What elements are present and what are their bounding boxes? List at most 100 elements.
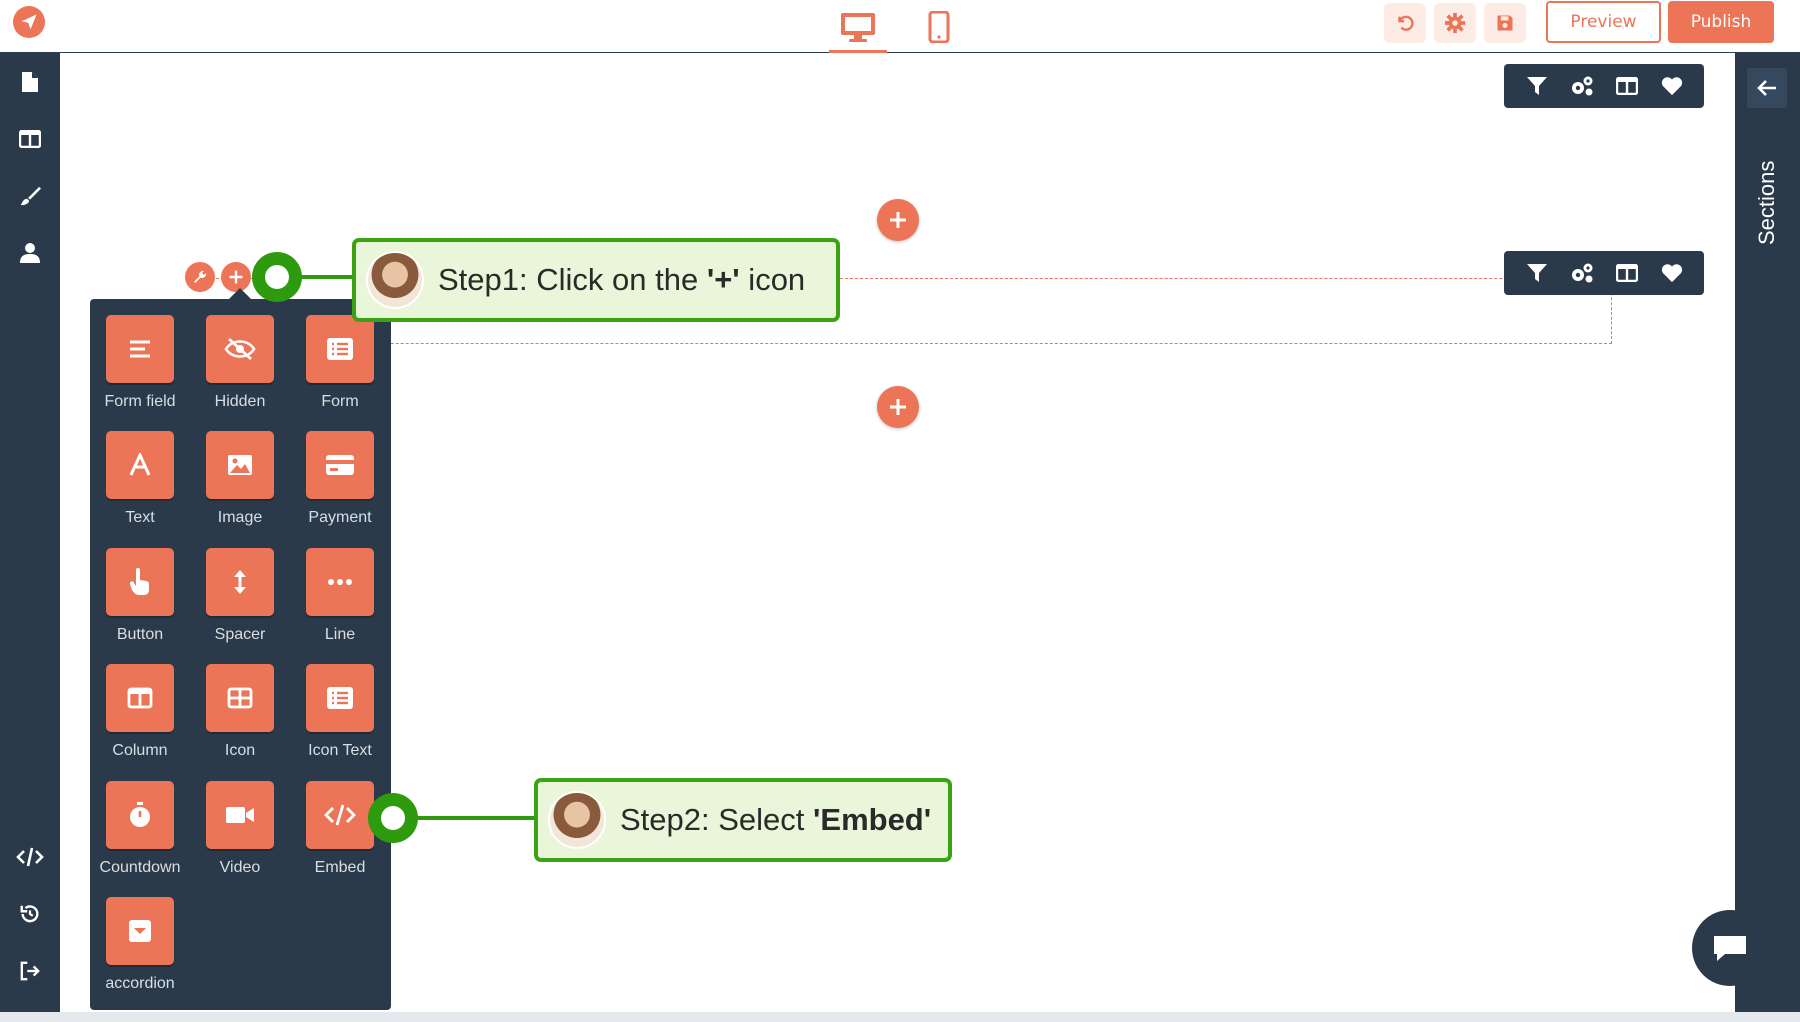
video-camera-icon (206, 781, 274, 849)
element-label: Payment (308, 509, 372, 526)
arrows-vertical-icon (206, 548, 274, 616)
section-toolbar (1504, 64, 1704, 108)
history-button[interactable] (15, 899, 45, 929)
element-column[interactable]: Column (90, 664, 190, 769)
guide-avatar (366, 251, 424, 309)
element-label: Spacer (214, 626, 266, 643)
wrench-icon (194, 270, 207, 283)
element-spacer[interactable]: Spacer (190, 548, 290, 653)
image-icon (206, 431, 274, 499)
grid-icon (206, 664, 274, 732)
element-image[interactable]: Image (190, 431, 290, 536)
element-button[interactable]: Button (90, 548, 190, 653)
account-button[interactable] (15, 238, 45, 268)
element-label: Form field (104, 393, 176, 410)
user-icon (20, 243, 40, 263)
undo-button[interactable] (1384, 3, 1426, 43)
element-icon[interactable]: Icon (190, 664, 290, 769)
columns-icon (106, 664, 174, 732)
columns-icon[interactable] (1614, 260, 1640, 286)
element-accordion[interactable]: accordion (90, 897, 190, 1002)
undo-icon (1398, 15, 1414, 31)
desktop-icon (841, 12, 875, 42)
element-hidden[interactable]: Hidden (190, 315, 290, 420)
element-label: Image (217, 509, 263, 526)
element-label: Icon (224, 742, 256, 759)
history-icon (20, 905, 39, 923)
credit-card-icon (306, 431, 374, 499)
element-form[interactable]: Form (290, 315, 390, 420)
filter-icon[interactable] (1524, 73, 1550, 99)
element-form-field[interactable]: Form field (90, 315, 190, 420)
code-icon (306, 781, 374, 849)
element-label: Hidden (214, 393, 266, 410)
stopwatch-icon (106, 781, 174, 849)
eye-slash-icon (206, 315, 274, 383)
step1-connector (298, 275, 354, 279)
logo-icon (13, 6, 45, 38)
form-icon (306, 315, 374, 383)
design-button[interactable] (15, 181, 45, 211)
element-icon-text[interactable]: Icon Text (290, 664, 390, 769)
arrow-left-icon (1757, 80, 1776, 96)
step2-callout: Step2: Select 'Embed' (534, 778, 952, 862)
save-button[interactable] (1484, 3, 1526, 43)
element-label: Form (321, 393, 359, 410)
layout-button[interactable] (15, 124, 45, 154)
step2-marker (368, 793, 418, 843)
top-bar: Preview Publish (0, 0, 1800, 53)
step1-text: Step1: Click on the '+' icon (438, 262, 806, 297)
element-text[interactable]: Text (90, 431, 190, 536)
element-video[interactable]: Video (190, 781, 290, 886)
chat-button[interactable] (1692, 910, 1768, 986)
custom-code-button[interactable] (15, 842, 45, 872)
add-section-button[interactable] (877, 386, 919, 428)
element-label: Text (125, 509, 155, 526)
element-payment[interactable]: Payment (290, 431, 390, 536)
element-settings-button[interactable] (185, 262, 215, 292)
element-label: Column (112, 742, 168, 759)
columns-icon[interactable] (1614, 73, 1640, 99)
logout-button[interactable] (15, 956, 45, 986)
right-sections-panel: Sections (1735, 53, 1800, 1012)
chat-icon (1714, 936, 1746, 961)
cogs-icon[interactable] (1569, 260, 1595, 286)
step1-callout: Step1: Click on the '+' icon (352, 238, 840, 322)
heart-icon[interactable] (1659, 73, 1685, 99)
plus-icon (890, 212, 906, 228)
plus-icon (890, 399, 906, 415)
panel-caret (229, 288, 251, 299)
step2-text: Step2: Select 'Embed' (620, 802, 932, 837)
ellipsis-icon (306, 548, 374, 616)
text-icon (106, 431, 174, 499)
pages-button[interactable] (15, 67, 45, 97)
publish-button[interactable]: Publish (1668, 1, 1774, 43)
add-section-button[interactable] (877, 199, 919, 241)
step1-marker (252, 252, 302, 302)
element-label: Button (116, 626, 164, 643)
heart-icon[interactable] (1659, 260, 1685, 286)
preview-button[interactable]: Preview (1546, 1, 1661, 43)
list-icon (306, 664, 374, 732)
element-countdown[interactable]: Countdown (90, 781, 190, 886)
pointer-hand-icon (106, 548, 174, 616)
element-label: Countdown (99, 859, 181, 876)
cogs-icon[interactable] (1569, 73, 1595, 99)
row-toolbar (1504, 251, 1704, 295)
collapse-panel-button[interactable] (1747, 68, 1787, 108)
paint-brush-icon (20, 186, 41, 206)
elements-panel: Form field Hidden Form Text Image Paymen… (90, 299, 391, 1010)
desktop-view-button[interactable] (829, 0, 887, 53)
step2-connector (414, 816, 536, 820)
code-icon (16, 847, 44, 867)
element-line[interactable]: Line (290, 548, 390, 653)
save-icon (1497, 15, 1513, 31)
sections-tab[interactable]: Sections (1745, 133, 1789, 273)
mobile-view-button[interactable] (910, 0, 968, 53)
filter-icon[interactable] (1524, 260, 1550, 286)
gear-icon (1444, 12, 1466, 34)
settings-button[interactable] (1434, 3, 1476, 43)
left-sidebar (0, 53, 60, 1012)
guide-avatar (548, 791, 606, 849)
form-field-icon (106, 315, 174, 383)
